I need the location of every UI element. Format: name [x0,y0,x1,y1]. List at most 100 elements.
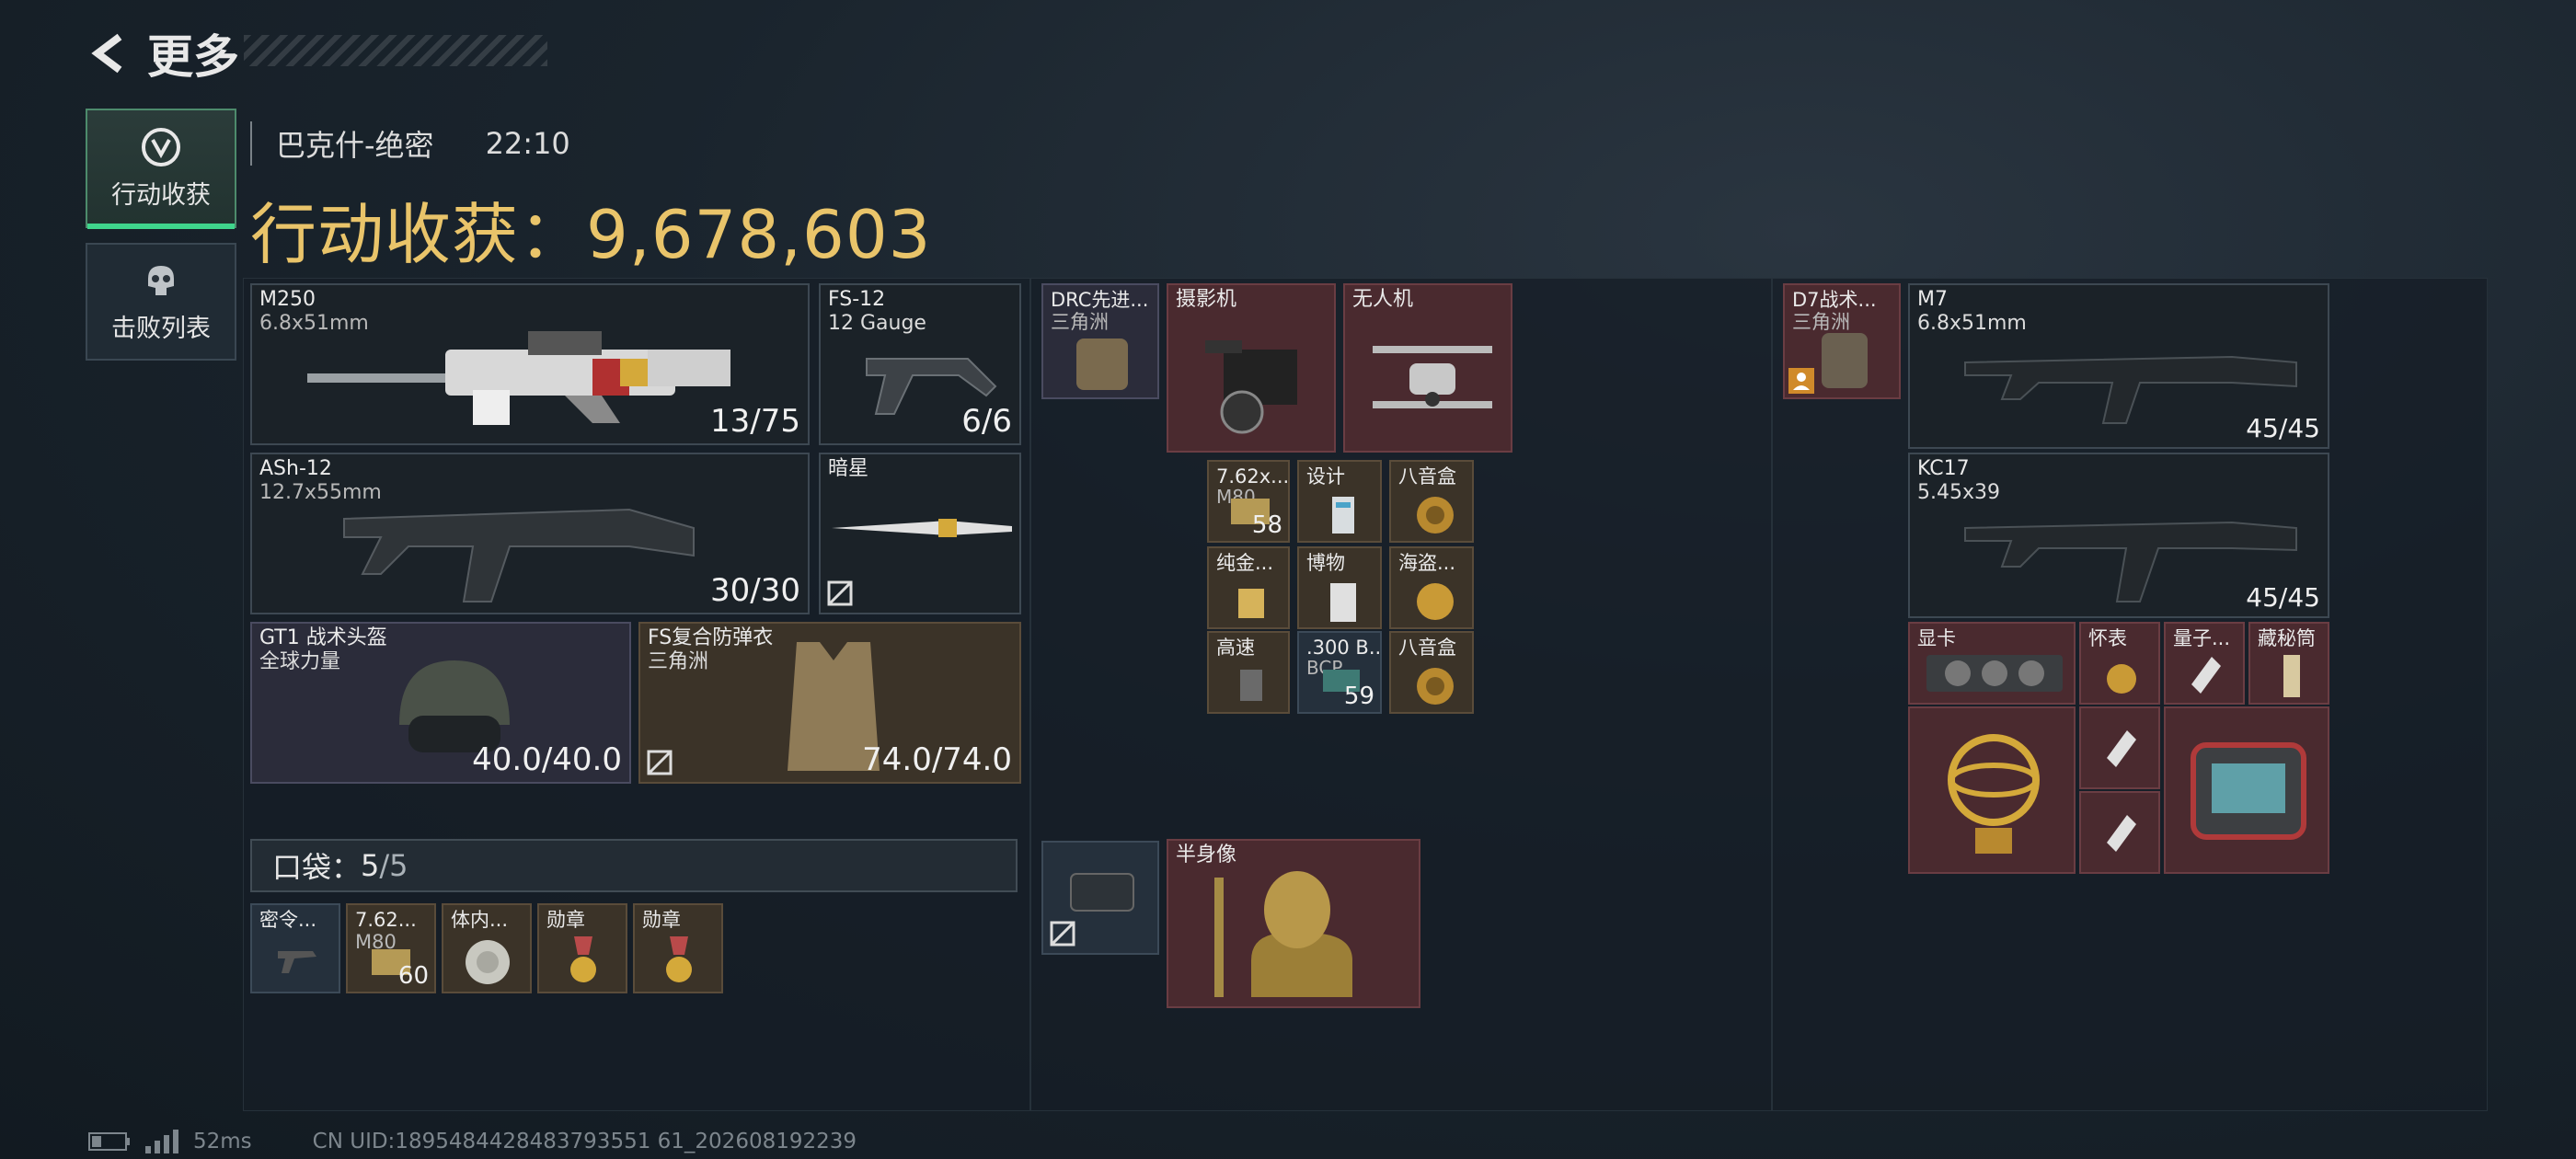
signal-icon [145,1130,178,1153]
user-uid: CN UID:1895484428483793551 61_2026081922… [312,1130,857,1153]
item-durability: 74.0/74.0 [862,741,1012,778]
pocket-header: 口袋： 5/5 [250,839,1018,892]
map-info: 巴克什-绝密 22:10 [250,121,570,166]
rugged-terminal-icon [2191,742,2306,840]
pocket-item[interactable]: 体内... [442,903,532,993]
back-arrow-icon [91,33,122,74]
status-footer: 52ms CN UID:1895484428483793551 61_20260… [88,1130,857,1153]
primary-weapon-slot-2[interactable]: ASh-12 12.7x55mm 30/30 [250,453,810,614]
item-name: 量子... [2173,627,2231,649]
item-name: FS复合防弹衣 [648,626,774,649]
backpack-item[interactable]: 博物 [1297,546,1382,629]
active-indicator [87,224,235,229]
pocket-item[interactable]: 密令... [250,903,340,993]
chest-rig-icon [1822,333,1868,388]
item-name: 纯金... [1216,552,1274,574]
item-brand: 三角洲 [1051,311,1109,333]
quantum-storage-icon [2107,730,2136,767]
pocket-item[interactable]: 勋章 [537,903,627,993]
item-name: D7战术... [1792,289,1877,311]
item-name: FS-12 [828,288,886,311]
backpack-item[interactable]: 无人机 [1343,283,1512,453]
helmet-emblem-icon [142,127,180,166]
pocket-label: 口袋： [272,850,362,885]
tab-label: 击败列表 [111,314,211,343]
item-name: 无人机 [1352,288,1414,311]
helmet-slot[interactable]: GT1 战术头盔 全球力量 40.0/40.0 [250,622,631,784]
backpack-item[interactable]: 纯金... [1207,546,1290,629]
blueprint-icon [1332,497,1354,534]
backpack-item[interactable]: 高速 [1207,631,1290,714]
unsellable-icon [827,580,853,606]
loot-item[interactable]: 藏秘筒 [2248,622,2329,705]
medal-icon [666,936,692,982]
page-title: 更多 [147,30,239,84]
pocket-item[interactable]: 勋章 [633,903,723,993]
pocket-item[interactable]: 7.62... M80 60 [346,903,436,993]
match-time: 22:10 [485,126,570,161]
pirate-coin-icon [1417,583,1454,620]
chest-rig-slot[interactable]: D7战术... 三角洲 [1783,283,1901,399]
battery-icon [88,1132,130,1151]
loot-item[interactable] [1908,706,2076,874]
loot-item[interactable] [2164,706,2329,874]
backpack-item[interactable]: 摄影机 [1167,283,1336,453]
item-name: 勋章 [642,909,681,931]
graphics-card-icon [1926,655,2063,692]
medal-icon [570,936,596,982]
backpack-item[interactable]: 设计 [1297,460,1382,543]
keycard-icon [278,951,316,973]
armor-slot[interactable]: FS复合防弹衣 三角洲 74.0/74.0 [638,622,1021,784]
loot-item[interactable] [2079,791,2160,874]
gain-label: 行动收获： [250,196,587,273]
implant-disc-icon [466,940,510,984]
weapon-item[interactable]: KC17 5.45x39 45/45 [1908,453,2329,618]
loot-item[interactable]: 怀表 [2079,622,2160,705]
backpack-slot[interactable] [1041,841,1159,955]
loot-item[interactable]: 量子... [2164,622,2245,705]
bust-statue-icon [1214,871,1352,997]
item-count: 45/45 [2246,413,2320,443]
music-box-icon [1417,497,1454,534]
pocket-watch-icon [2107,664,2136,694]
item-name: 7.62x... [1216,465,1290,488]
item-durability: 40.0/40.0 [472,741,622,778]
secondary-weapon-slot[interactable]: FS-12 12 Gauge 6/6 [819,283,1021,445]
item-name: 海盗... [1398,552,1456,574]
backpack-item[interactable]: 海盗... [1389,546,1474,629]
backpack-item[interactable]: 八音盒 [1389,460,1474,543]
weapon-item[interactable]: M7 6.8x51mm 45/45 [1908,283,2329,449]
item-name: .300 B... [1306,637,1382,659]
knife-icon [832,519,1012,537]
backpack-item[interactable]: 八音盒 [1389,631,1474,714]
backpack-item[interactable]: .300 B... BCP... 59 [1297,631,1382,714]
item-brand: 全球力量 [259,650,341,673]
backpack-item[interactable]: 半身像 [1167,839,1420,1008]
item-name: M7 [1917,288,1948,311]
chest-rig-slot[interactable]: DRC先进... 三角洲 [1041,283,1159,399]
rifle-icon [1964,355,2297,424]
item-name: 暗星 [828,457,869,480]
museum-document-icon [1330,583,1356,622]
ping-value: 52ms [193,1130,252,1153]
item-count: 58 [1251,511,1282,539]
tab-label: 行动收获 [111,180,211,210]
loot-item[interactable]: 显卡 [1908,622,2076,705]
loot-item[interactable] [2079,706,2160,789]
chest-rig-icon [1076,339,1128,390]
item-name: KC17 [1917,457,1970,480]
unsellable-icon [647,750,673,775]
backpack-icon [1070,873,1134,912]
back-button[interactable] [83,26,138,81]
pocket-used: 5 [361,848,380,883]
tab-operation-gains[interactable]: 行动收获 [86,109,236,229]
pocket-total: /5 [379,848,408,883]
backpack-item[interactable]: 7.62x... M80 58 [1207,460,1290,543]
quantum-storage-icon [2107,815,2136,852]
drone-icon [1373,346,1492,408]
item-name: 八音盒 [1398,637,1456,659]
primary-weapon-slot[interactable]: M250 6.8x51mm 13/75 [250,283,810,445]
melee-slot[interactable]: 暗星 [819,453,1021,614]
item-count: 59 [1343,683,1374,710]
tab-kill-list[interactable]: 击败列表 [86,243,236,361]
